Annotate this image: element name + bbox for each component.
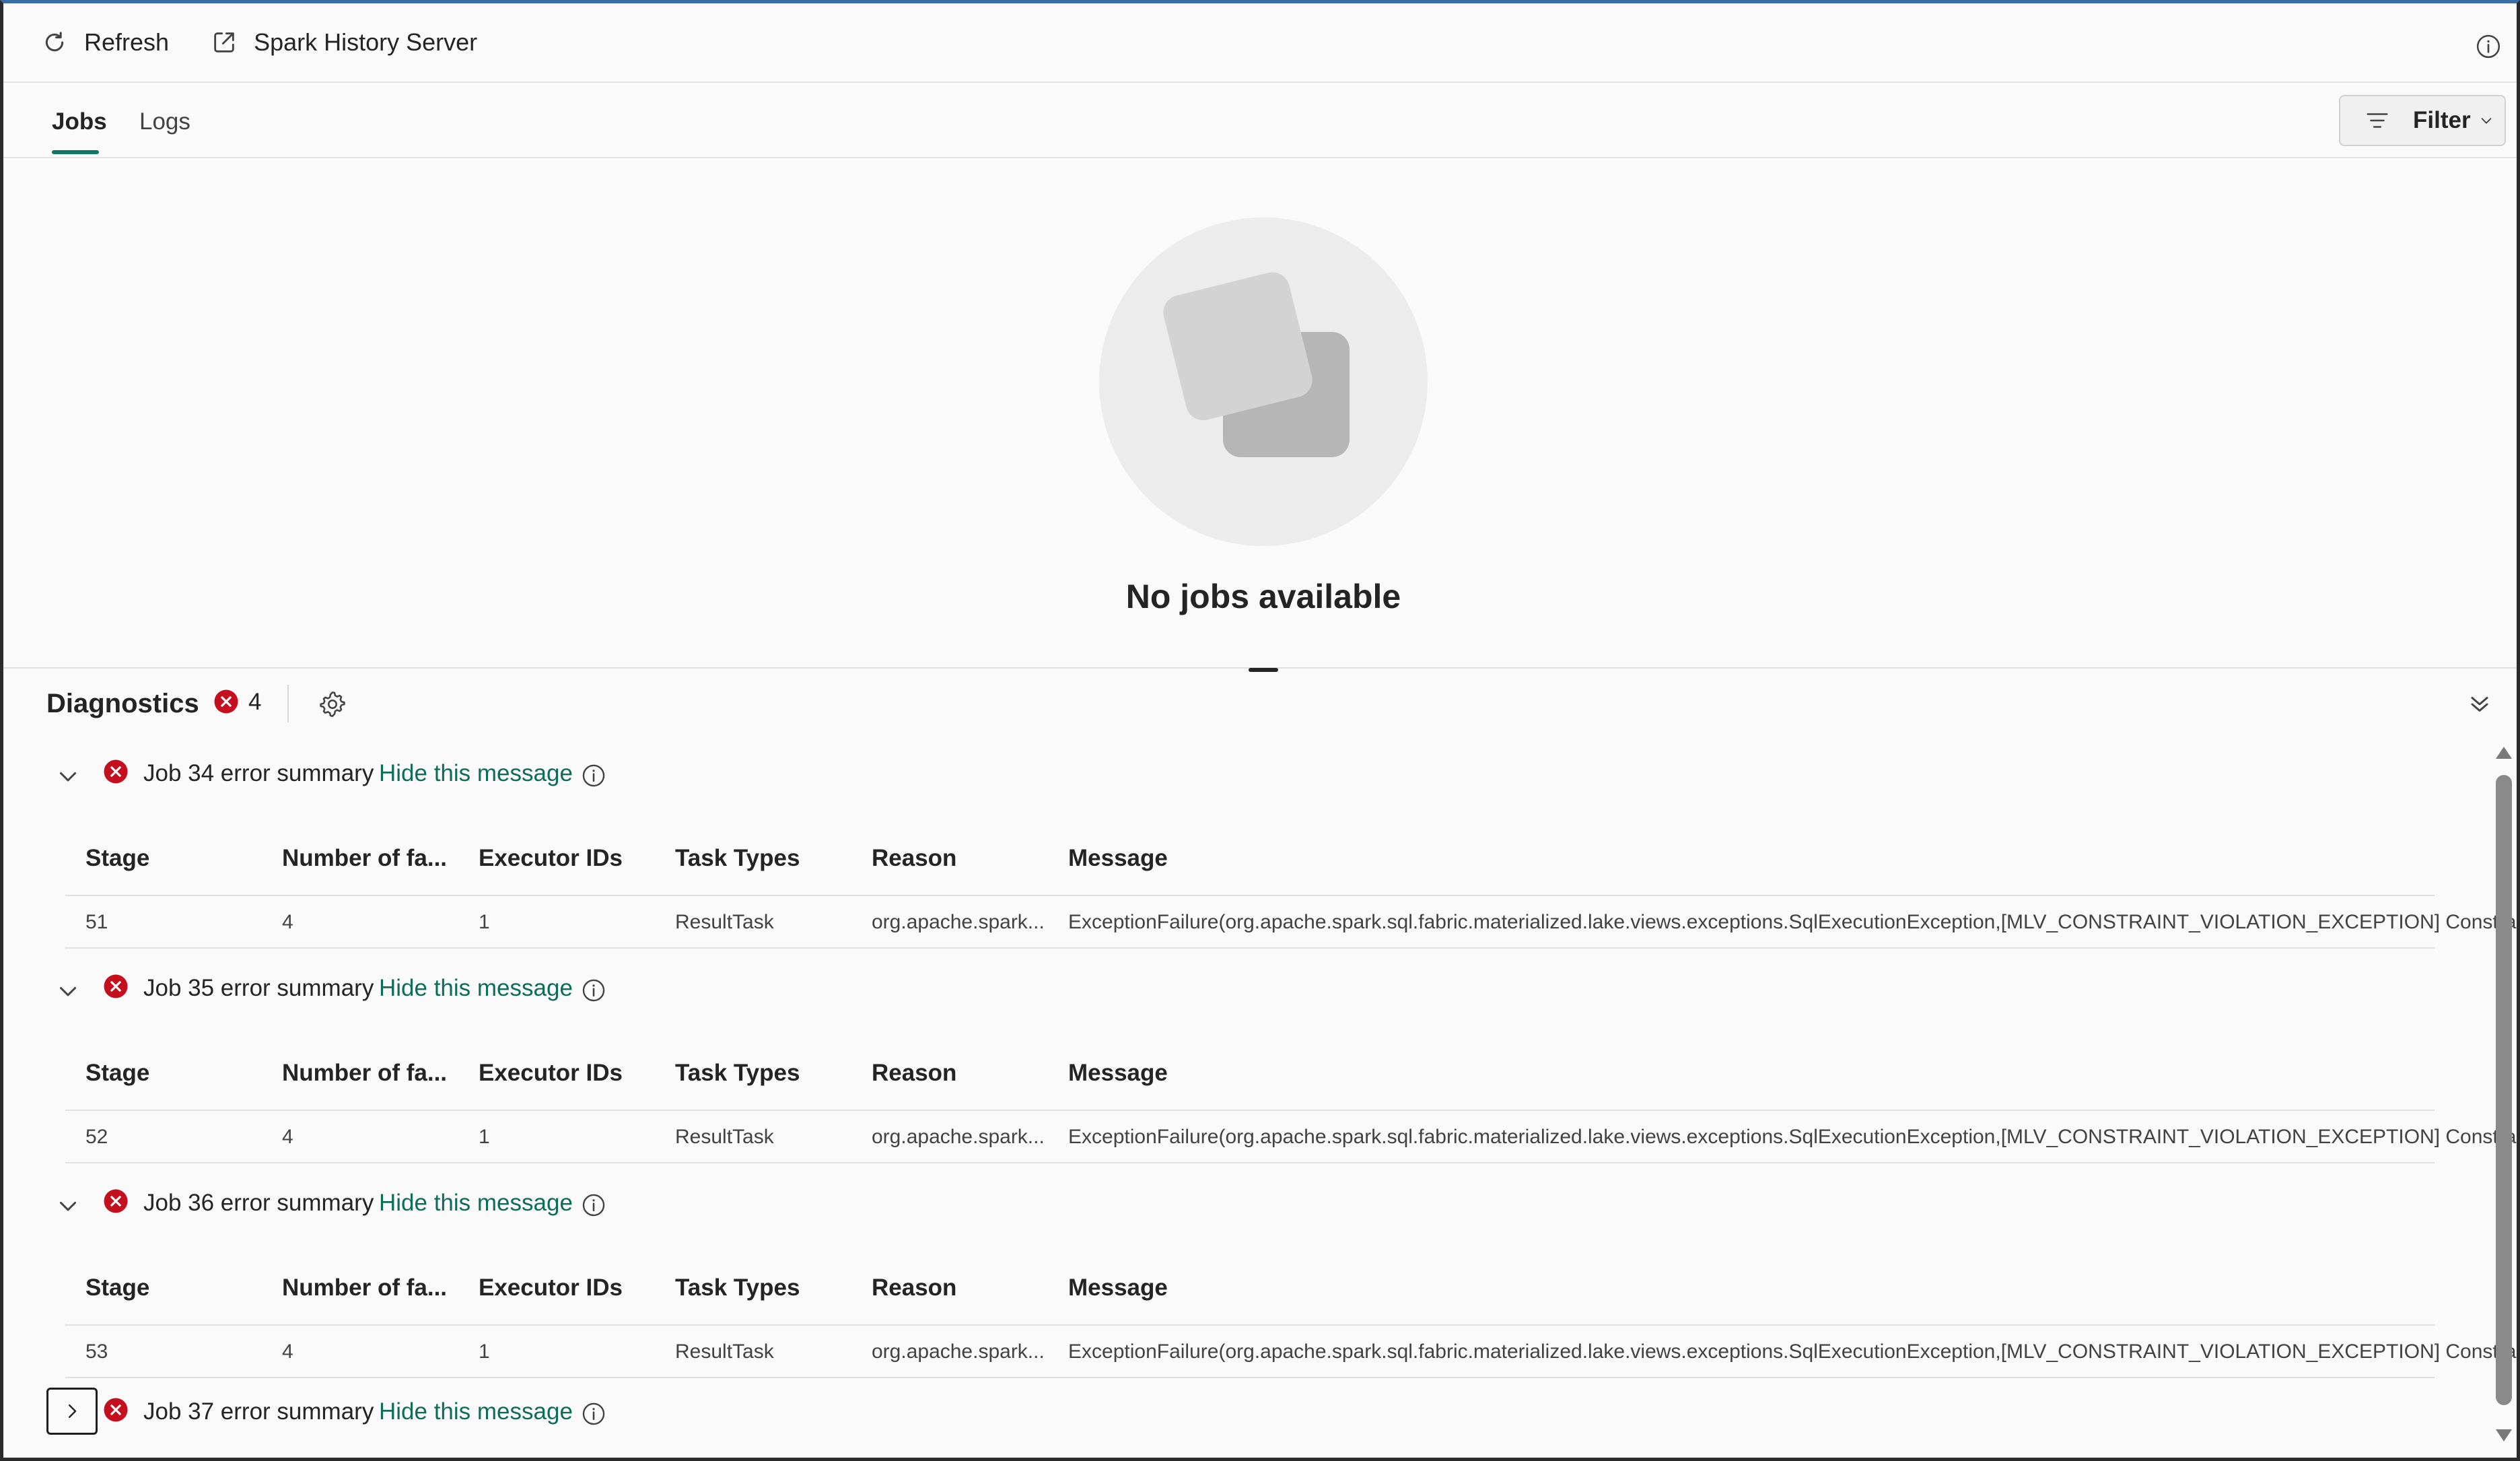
- cell-reason: org.apache.spark...: [872, 1126, 1045, 1148]
- cell-failures: 4: [282, 1340, 293, 1363]
- column-header-task-types[interactable]: Task Types: [675, 1060, 800, 1087]
- hide-message-link[interactable]: Hide this message: [379, 975, 573, 1002]
- refresh-icon: [45, 32, 64, 52]
- column-header-task-types[interactable]: Task Types: [675, 1275, 800, 1301]
- cell-reason: org.apache.spark...: [872, 1340, 1045, 1363]
- info-icon[interactable]: [2475, 33, 2502, 60]
- info-icon[interactable]: [581, 1401, 606, 1427]
- column-header-executor-ids[interactable]: Executor IDs: [479, 1275, 623, 1301]
- table-row[interactable]: 53 4 1 ResultTask org.apache.spark... Ex…: [65, 1326, 2517, 1378]
- cell-task-types: ResultTask: [675, 1126, 774, 1148]
- error-icon: [104, 974, 128, 998]
- tab-bar: Jobs Logs Filter: [3, 83, 2517, 158]
- error-icon: [214, 689, 238, 714]
- toolbar: Refresh Spark History Server: [3, 3, 2517, 83]
- scroll-up-arrow-icon[interactable]: [2496, 747, 2512, 759]
- column-header-task-types[interactable]: Task Types: [675, 845, 800, 872]
- chevron-down-icon: [2481, 118, 2491, 124]
- column-header-reason[interactable]: Reason: [872, 845, 956, 872]
- spark-history-server-label: Spark History Server: [254, 28, 478, 56]
- refresh-label: Refresh: [84, 28, 170, 56]
- table-header: Stage Number of fa... Executor IDs Task …: [65, 837, 2435, 896]
- filter-label: Filter: [2413, 107, 2471, 133]
- error-summary-title: Job 35 error summary: [143, 975, 374, 1001]
- scrollbar-thumb[interactable]: [2496, 775, 2512, 1405]
- empty-state-title: No jobs available: [1125, 578, 1401, 615]
- cell-task-types: ResultTask: [675, 911, 774, 933]
- error-summary-title: Job 37 error summary: [143, 1398, 374, 1425]
- expand-button[interactable]: [46, 1388, 98, 1435]
- cell-executor-ids: 1: [479, 1340, 490, 1363]
- hide-message-link[interactable]: Hide this message: [379, 760, 573, 787]
- column-header-reason[interactable]: Reason: [872, 1060, 956, 1087]
- info-icon[interactable]: [581, 1192, 606, 1218]
- cell-message: ExceptionFailure(org.apache.spark.sql.fa…: [1068, 1126, 2520, 1148]
- info-icon[interactable]: [581, 763, 606, 788]
- gear-icon[interactable]: [317, 689, 348, 720]
- tab-logs[interactable]: Logs: [139, 108, 190, 135]
- resize-handle[interactable]: [1249, 668, 1278, 672]
- filter-button[interactable]: Filter: [2339, 95, 2506, 146]
- column-header-failures[interactable]: Number of fa...: [282, 1060, 447, 1087]
- diagnostics-title: Diagnostics: [46, 689, 199, 718]
- table-header: Stage Number of fa... Executor IDs Task …: [65, 1052, 2435, 1111]
- column-header-reason[interactable]: Reason: [872, 1275, 956, 1301]
- app-frame: Refresh Spark History Server Jobs Logs F…: [0, 0, 2520, 1461]
- info-icon[interactable]: [581, 978, 606, 1003]
- empty-state-illustration: [1099, 217, 1428, 546]
- header-divider: [287, 685, 289, 722]
- column-header-stage[interactable]: Stage: [85, 845, 149, 872]
- collapse-panel-icon[interactable]: [2467, 691, 2492, 717]
- column-header-message[interactable]: Message: [1068, 845, 1168, 872]
- column-header-stage[interactable]: Stage: [85, 1275, 149, 1301]
- error-icon: [104, 759, 128, 784]
- error-icon: [104, 1189, 128, 1213]
- chevron-down-icon[interactable]: [56, 764, 80, 788]
- cell-executor-ids: 1: [479, 1126, 490, 1148]
- cell-failures: 4: [282, 911, 293, 933]
- error-icon: [104, 1398, 128, 1422]
- cell-reason: org.apache.spark...: [872, 911, 1045, 933]
- column-header-message[interactable]: Message: [1068, 1060, 1168, 1087]
- open-external-icon: [214, 32, 234, 53]
- stacked-cards-icon: [1163, 272, 1350, 457]
- cell-stage: 51: [85, 911, 108, 933]
- table-row[interactable]: 51 4 1 ResultTask org.apache.spark... Ex…: [65, 896, 2517, 949]
- cell-stage: 52: [85, 1126, 108, 1148]
- error-summary-title: Job 34 error summary: [143, 760, 374, 786]
- column-header-stage[interactable]: Stage: [85, 1060, 149, 1087]
- error-count: 4: [248, 689, 262, 715]
- cell-task-types: ResultTask: [675, 1340, 774, 1363]
- hide-message-link[interactable]: Hide this message: [379, 1398, 573, 1425]
- column-header-executor-ids[interactable]: Executor IDs: [479, 1060, 623, 1087]
- refresh-button[interactable]: Refresh: [41, 28, 169, 57]
- error-summary-title: Job 36 error summary: [143, 1190, 374, 1216]
- cell-message: ExceptionFailure(org.apache.spark.sql.fa…: [1068, 1340, 2520, 1363]
- cell-message: ExceptionFailure(org.apache.spark.sql.fa…: [1068, 911, 2520, 933]
- table-row[interactable]: 52 4 1 ResultTask org.apache.spark... Ex…: [65, 1111, 2517, 1163]
- column-header-message[interactable]: Message: [1068, 1275, 1168, 1301]
- scroll-down-arrow-icon[interactable]: [2496, 1429, 2512, 1441]
- column-header-failures[interactable]: Number of fa...: [282, 845, 447, 872]
- spark-history-server-button[interactable]: Spark History Server: [211, 28, 477, 57]
- filter-icon: [2367, 113, 2388, 128]
- cell-failures: 4: [282, 1126, 293, 1148]
- active-tab-indicator: [52, 150, 99, 154]
- cell-stage: 53: [85, 1340, 108, 1363]
- tab-jobs[interactable]: Jobs: [52, 108, 107, 135]
- table-header: Stage Number of fa... Executor IDs Task …: [65, 1266, 2435, 1326]
- chevron-down-icon[interactable]: [56, 1194, 80, 1218]
- hide-message-link[interactable]: Hide this message: [379, 1190, 573, 1217]
- column-header-executor-ids[interactable]: Executor IDs: [479, 845, 623, 872]
- chevron-right-icon: [69, 1404, 77, 1418]
- chevron-down-icon[interactable]: [56, 979, 80, 1003]
- cell-executor-ids: 1: [479, 911, 490, 933]
- column-header-failures[interactable]: Number of fa...: [282, 1275, 447, 1301]
